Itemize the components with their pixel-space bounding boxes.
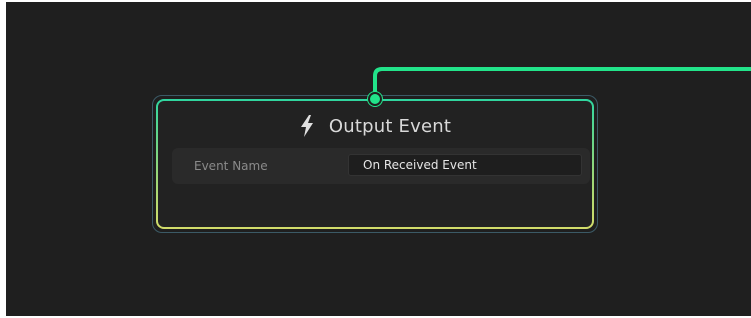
output-event-node[interactable]: Output Event Event Name On Received Even… bbox=[156, 99, 594, 229]
event-name-field[interactable]: On Received Event bbox=[348, 154, 582, 176]
graph-canvas[interactable]: Output Event Event Name On Received Even… bbox=[6, 2, 751, 316]
event-name-label: Event Name bbox=[194, 159, 268, 173]
lightning-bolt-icon bbox=[300, 115, 313, 137]
event-name-row: Event Name On Received Event bbox=[172, 148, 590, 184]
node-header: Output Event bbox=[158, 111, 592, 141]
input-port[interactable] bbox=[368, 92, 382, 106]
node-title: Output Event bbox=[328, 115, 452, 137]
